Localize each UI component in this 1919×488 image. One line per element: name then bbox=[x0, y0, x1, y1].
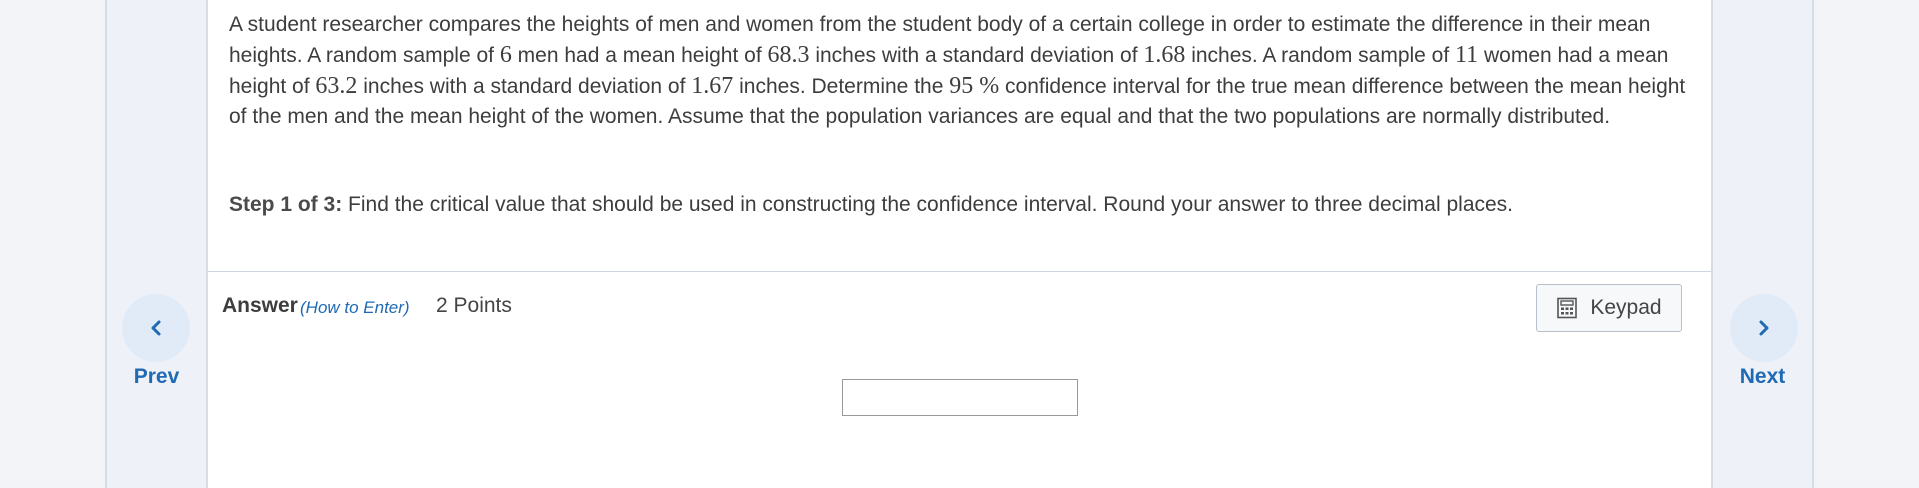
question-number: 63.2 bbox=[315, 73, 358, 99]
calculator-icon bbox=[1557, 297, 1578, 319]
chevron-left-icon bbox=[151, 320, 161, 336]
prev-panel bbox=[105, 0, 208, 488]
question-text-segment: inches with a standard deviation of bbox=[809, 44, 1144, 67]
step-text: Find the critical value that should be u… bbox=[342, 193, 1514, 216]
question-number: 1.68 bbox=[1143, 42, 1186, 68]
next-panel bbox=[1711, 0, 1814, 488]
points-label: 2 Points bbox=[436, 294, 512, 317]
question-text-segment: inches with a standard deviation of bbox=[357, 75, 692, 98]
question-text: A student researcher compares the height… bbox=[229, 10, 1689, 132]
question-number: 95 % bbox=[949, 73, 1000, 99]
chevron-right-icon bbox=[1759, 320, 1769, 336]
question-number: 6 bbox=[499, 42, 512, 68]
question-text-segment: inches. Determine the bbox=[733, 75, 950, 98]
keypad-label: Keypad bbox=[1590, 296, 1662, 319]
question-card: A student researcher compares the height… bbox=[208, 0, 1711, 488]
question-number: 11 bbox=[1455, 42, 1479, 68]
answer-input[interactable] bbox=[842, 379, 1078, 416]
question-number: 1.67 bbox=[691, 73, 734, 99]
answer-label: Answer bbox=[222, 294, 298, 317]
how-to-enter-link[interactable]: (How to Enter) bbox=[300, 298, 410, 318]
divider bbox=[208, 271, 1711, 272]
next-button[interactable] bbox=[1730, 294, 1798, 362]
prev-label[interactable]: Prev bbox=[105, 365, 208, 389]
prev-button[interactable] bbox=[122, 294, 190, 362]
question-number: 68.3 bbox=[767, 42, 810, 68]
question-text-segment: inches. A random sample of bbox=[1185, 44, 1456, 67]
step-label: Step 1 of 3: bbox=[229, 193, 343, 216]
next-label[interactable]: Next bbox=[1711, 365, 1814, 389]
step-instruction: Step 1 of 3: Find the critical value tha… bbox=[229, 190, 1689, 220]
question-text-segment: men had a mean height of bbox=[511, 44, 768, 67]
keypad-button[interactable]: Keypad bbox=[1536, 284, 1682, 332]
